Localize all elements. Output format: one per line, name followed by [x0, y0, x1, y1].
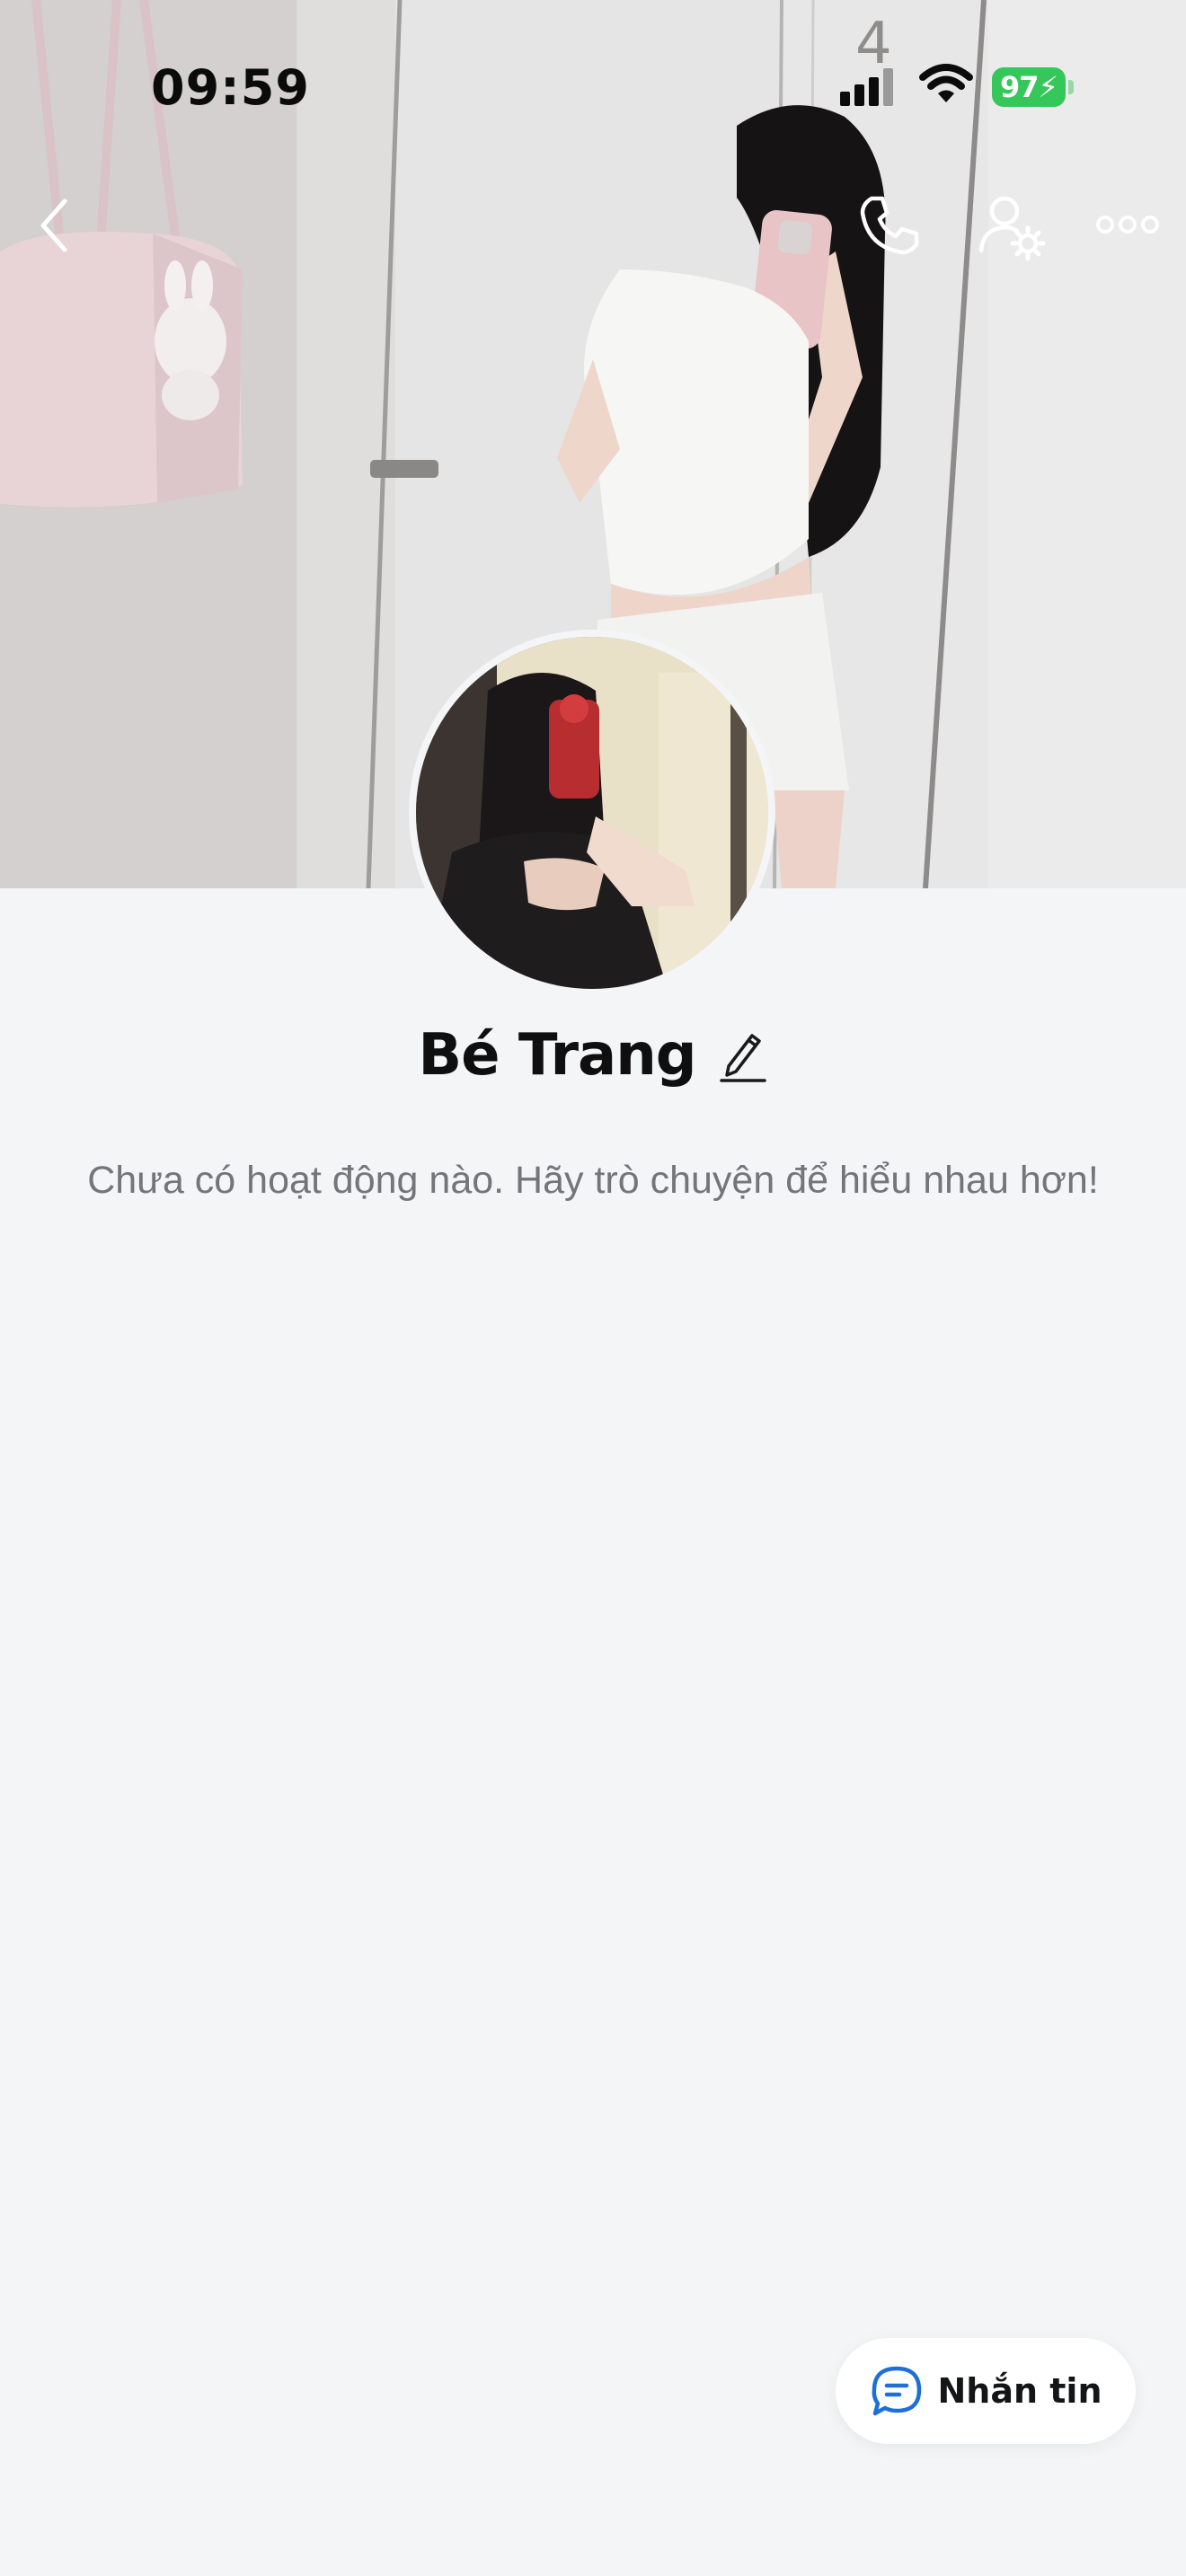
battery-charging-icon: 97 ⚡ — [992, 67, 1066, 107]
back-button[interactable] — [34, 196, 77, 255]
pencil-icon[interactable] — [718, 1027, 768, 1084]
user-settings-icon — [978, 196, 1046, 261]
more-icon — [1096, 216, 1159, 234]
status-bar: 09:59 97 ⚡ — [0, 0, 1186, 171]
cellular-signal-icon — [840, 68, 893, 106]
status-time: 09:59 — [151, 59, 310, 116]
profile-name: Bé Trang — [418, 1022, 696, 1089]
more-button[interactable] — [1094, 207, 1161, 243]
phone-icon — [860, 196, 919, 255]
wifi-icon — [919, 64, 973, 102]
message-button-label: Nhắn tin — [937, 2371, 1102, 2411]
call-button[interactable] — [857, 193, 922, 258]
chat-bubble-icon — [872, 2366, 922, 2416]
empty-activity-text: Chưa có hoạt động nào. Hãy trò chuyện để… — [87, 1159, 1099, 1202]
battery-level: 97 — [1000, 70, 1040, 104]
profile-name-row: Bé Trang — [0, 1015, 1186, 1096]
message-button[interactable]: Nhắn tin — [836, 2338, 1136, 2444]
avatar-illustration — [416, 637, 768, 989]
avatar-image — [416, 637, 768, 989]
profile-settings-button[interactable] — [978, 193, 1046, 261]
avatar[interactable] — [409, 630, 775, 996]
chevron-left-icon — [40, 198, 67, 252]
battery-cap — [1068, 80, 1074, 94]
